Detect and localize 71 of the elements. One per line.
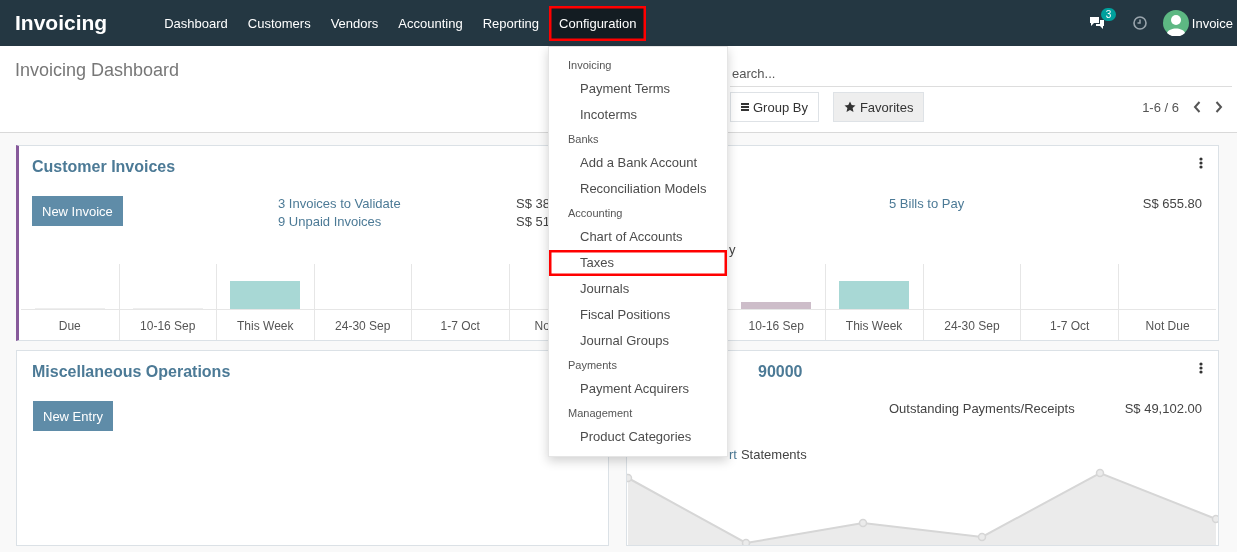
chart-point [1211, 514, 1218, 524]
card-title[interactable]: Customer Invoices [32, 158, 176, 175]
menu-item[interactable]: Add a Bank Account [549, 150, 727, 176]
nav-menu-item[interactable]: Accounting [388, 5, 473, 41]
chart-point [627, 473, 633, 483]
menu-item[interactable]: Journals [549, 276, 727, 302]
card-label: Statements [740, 447, 807, 462]
primary-button[interactable]: New Entry [33, 401, 113, 431]
card-title[interactable]: 90000 [758, 363, 803, 380]
favorites-button[interactable]: Favorites [832, 92, 925, 122]
nav-menu-item[interactable]: Reporting [472, 5, 550, 41]
chart-label: Due [57, 318, 82, 333]
group-by-button[interactable]: Group By [730, 92, 819, 122]
amount-text: S$ 49,102.00 [1124, 401, 1202, 416]
menu-section-header: Invoicing [567, 58, 613, 73]
menu-item[interactable]: Incoterms [549, 102, 727, 128]
chart-bar [741, 302, 812, 309]
menu-item[interactable]: Product Categories [549, 424, 727, 450]
chart-label: 1-7 Oct [1049, 318, 1091, 333]
card-label: y [729, 242, 736, 257]
chat-icon[interactable] [1088, 16, 1105, 30]
chart-point [1095, 468, 1105, 478]
page-title: Invoicing Dashboard [14, 59, 180, 81]
nav-menu-item[interactable]: Customers [237, 5, 321, 41]
card-link[interactable]: 5 Bills to Pay [889, 196, 1143, 211]
more-options-icon[interactable] [1199, 157, 1203, 169]
avatar-icon[interactable] [1162, 10, 1189, 36]
nav-menu-item[interactable]: Configuration [549, 5, 647, 41]
previous-icon[interactable] [1193, 101, 1201, 113]
menu-section-header: Payments [567, 358, 618, 373]
card-title[interactable]: Miscellaneous Operations [32, 363, 231, 380]
menu-item[interactable]: Payment Acquirers [549, 376, 727, 402]
chart-label: 1-7 Oct [439, 318, 481, 333]
menu-item[interactable]: Chart of Accounts [549, 224, 727, 250]
more-options-icon[interactable] [1199, 362, 1203, 374]
menu-item[interactable]: Taxes [549, 250, 727, 276]
user-name[interactable]: Invoice [1191, 15, 1233, 31]
star-icon [843, 101, 856, 113]
chart-label: This Week [844, 318, 904, 333]
pager-text: 1-6 / 6 [1142, 99, 1179, 115]
menu-section-header: Banks [567, 132, 600, 147]
next-icon[interactable] [1215, 101, 1223, 113]
chart-point [858, 518, 868, 528]
list-icon [741, 102, 749, 112]
chart-label: 24-30 Sep [334, 318, 392, 333]
card-link[interactable]: 9 Unpaid Invoices [278, 214, 516, 229]
chart-label: 24-30 Sep [943, 318, 1001, 333]
message-count-badge: 3 [1100, 8, 1117, 21]
chart-bar [839, 281, 910, 309]
menu-item[interactable]: Fiscal Positions [549, 302, 727, 328]
nav-menu-item[interactable]: Vendors [320, 5, 389, 41]
menu-item[interactable]: Payment Terms [549, 76, 727, 102]
chart-label: 10-16 Sep [139, 318, 197, 333]
chart-bar [230, 281, 301, 309]
menu-section-header: Accounting [567, 206, 624, 221]
card-link[interactable]: rt [729, 447, 737, 462]
amount-text: S$ 655.80 [1142, 196, 1202, 211]
chart-label: This Week [236, 318, 295, 333]
nav-menu-item[interactable]: Dashboard [154, 5, 238, 41]
chart-label: Not Due [1144, 318, 1191, 333]
card-link[interactable]: 3 Invoices to Validate [278, 196, 516, 211]
clock-icon[interactable] [1132, 16, 1147, 30]
chart-point [741, 538, 751, 545]
menu-item[interactable]: Journal Groups [549, 328, 727, 354]
chart-point [977, 532, 987, 542]
primary-button[interactable]: New Invoice [32, 196, 123, 226]
app-name: Invoicing [14, 11, 109, 35]
chart-label: 10-16 Sep [747, 318, 805, 333]
menu-section-header: Management [567, 406, 634, 421]
card-label: Outstanding Payments/Receipts [889, 401, 1076, 416]
menu-item[interactable]: Reconciliation Models [549, 176, 727, 202]
